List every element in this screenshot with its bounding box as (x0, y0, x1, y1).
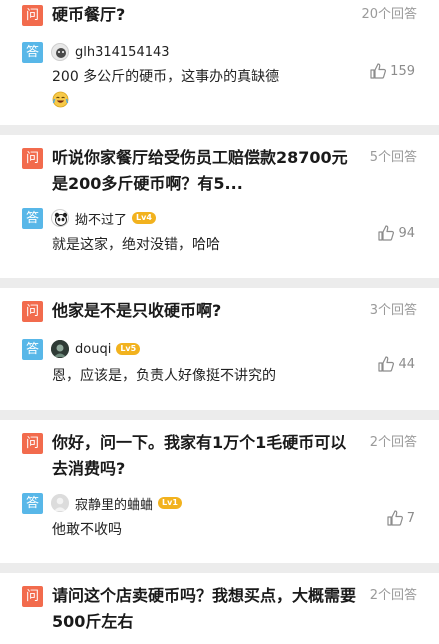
like-count: 94 (398, 225, 415, 241)
qa-card-4[interactable]: 问 你好，问一下。我家有1万个1毛硬币可以去消费吗? 2个回答 答 寂静里的蛐蛐… (0, 420, 439, 563)
like-button[interactable]: 7 (386, 509, 415, 527)
answer-username[interactable]: 寂静里的蛐蛐 (75, 494, 153, 513)
answer-badge: 答 (22, 338, 43, 360)
question-badge: 问 (22, 148, 43, 169)
question-title[interactable]: 你好，问一下。我家有1万个1毛硬币可以去消费吗? (52, 430, 362, 482)
qa-card-2[interactable]: 问 听说你家餐厅给受伤员工赔偿款28700元是200多斤硬币啊？有5... 5个… (0, 135, 439, 278)
avatar-icon[interactable] (51, 209, 69, 227)
avatar-icon[interactable] (51, 340, 69, 358)
answer-username[interactable]: douqi (75, 342, 111, 357)
answer-username[interactable]: 拗不过了 (75, 209, 127, 228)
level-badge: Lv4 (132, 212, 156, 224)
answer-count[interactable]: 2个回答 (370, 583, 417, 609)
avatar-icon[interactable] (51, 43, 69, 61)
answer-badge: 答 (22, 41, 43, 63)
answer-count[interactable]: 2个回答 (370, 430, 417, 456)
answer-count[interactable]: 3个回答 (370, 298, 417, 324)
avatar-icon[interactable] (51, 494, 69, 512)
level-badge: Lv1 (158, 497, 182, 509)
question-title[interactable]: 听说你家餐厅给受伤员工赔偿款28700元是200多斤硬币啊？有5... (52, 145, 362, 197)
question-badge: 问 (22, 301, 43, 322)
crying-laughing-emoji-icon (52, 91, 69, 108)
answer-count[interactable]: 20个回答 (361, 2, 417, 28)
answer-badge: 答 (22, 492, 43, 514)
question-title[interactable]: 他家是不是只收硬币啊? (52, 298, 362, 324)
question-title[interactable]: 硬币餐厅? (52, 2, 353, 28)
thumbs-up-icon (378, 356, 395, 372)
qa-card-3[interactable]: 问 他家是不是只收硬币啊? 3个回答 答 douqi Lv5 恩，应该是，负责人… (0, 288, 439, 410)
answer-text: 200 多公斤的硬币，这事办的真缺德 (52, 69, 280, 85)
answer-count[interactable]: 5个回答 (370, 145, 417, 171)
qa-card-1[interactable]: 问 硬币餐厅? 20个回答 答 glh314154143 200 多公斤的硬币，… (0, 0, 439, 125)
qa-card-5[interactable]: 问 请问这个店卖硬币吗？我想买点，大概需要500斤左右 2个回答 (0, 573, 439, 644)
thumbs-up-icon (378, 225, 395, 241)
like-count: 7 (406, 510, 415, 526)
answer-text: 他敢不收吗 (52, 522, 122, 538)
like-button[interactable]: 94 (377, 224, 415, 242)
thumbs-up-icon (370, 63, 387, 79)
question-badge: 问 (22, 586, 43, 607)
like-count: 44 (398, 356, 415, 372)
answer-text: 就是这家，绝对没错，哈哈 (52, 237, 220, 253)
thumbs-up-icon (387, 510, 403, 526)
answer-badge: 答 (22, 207, 43, 229)
answer-username[interactable]: glh314154143 (75, 45, 170, 60)
question-title[interactable]: 请问这个店卖硬币吗？我想买点，大概需要500斤左右 (52, 583, 362, 635)
like-count: 159 (390, 63, 415, 79)
question-badge: 问 (22, 5, 43, 26)
like-button[interactable]: 159 (369, 62, 415, 80)
level-badge: Lv5 (116, 343, 141, 355)
like-button[interactable]: 44 (377, 355, 415, 373)
answer-text: 恩，应该是，负责人好像挺不讲究的 (52, 368, 276, 384)
question-badge: 问 (22, 433, 43, 454)
